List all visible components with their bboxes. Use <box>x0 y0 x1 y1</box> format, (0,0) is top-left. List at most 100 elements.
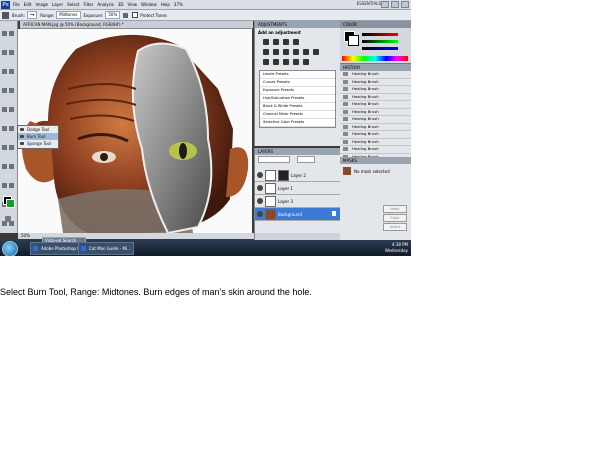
history-step[interactable]: Healing Brush <box>340 94 411 101</box>
menu-select[interactable]: Select <box>67 2 79 7</box>
layer-row[interactable]: Layer 2 <box>255 169 340 182</box>
blue-slider[interactable] <box>362 47 398 50</box>
menu-edit[interactable]: Edit <box>24 2 32 7</box>
preset-item[interactable]: Curves Presets <box>260 79 335 87</box>
maximize-icon[interactable] <box>391 1 399 8</box>
background-swatch[interactable] <box>348 35 359 46</box>
color-spectrum[interactable] <box>342 56 408 61</box>
levels-icon[interactable] <box>273 39 279 45</box>
brush-size-picker[interactable]: •▾ <box>26 11 38 19</box>
color-balance-icon[interactable] <box>283 49 289 55</box>
exposure-icon[interactable] <box>293 39 299 45</box>
start-button[interactable] <box>2 241 18 256</box>
black-white-icon[interactable] <box>293 49 299 55</box>
zoom-level[interactable]: 37% <box>174 2 183 7</box>
menu-view[interactable]: View <box>128 2 138 7</box>
preset-item[interactable]: Levels Presets <box>260 71 335 79</box>
photo-filter-icon[interactable] <box>303 49 309 55</box>
invert-button[interactable]: Invert <box>383 223 407 231</box>
selective-color-icon[interactable] <box>303 59 309 65</box>
shape-tool-icon[interactable] <box>9 183 14 188</box>
quick-mask-icon[interactable] <box>5 216 11 222</box>
history-step[interactable]: Healing Brush <box>340 139 411 146</box>
preset-item[interactable]: Channel Mixer Presets <box>260 111 335 119</box>
marquee-tool-icon[interactable] <box>9 31 14 36</box>
curves-icon[interactable] <box>283 39 289 45</box>
protect-tones-checkbox[interactable] <box>132 12 139 18</box>
menu-3d[interactable]: 3D <box>118 2 124 7</box>
brightness-contrast-icon[interactable] <box>263 39 269 45</box>
exposure-input[interactable]: 50% <box>105 11 121 19</box>
hue-saturation-icon[interactable] <box>273 49 279 55</box>
history-step[interactable]: Healing Brush <box>340 101 411 109</box>
eraser-tool-icon[interactable] <box>2 126 7 131</box>
blur-tool-icon[interactable] <box>2 145 7 150</box>
burn-tool-item[interactable]: Burn Tool <box>18 133 58 140</box>
menu-filter[interactable]: Filter <box>83 2 93 7</box>
opacity-input[interactable] <box>297 156 316 163</box>
preset-item[interactable]: Selective Color Presets <box>260 119 335 127</box>
invert-icon[interactable] <box>263 59 269 65</box>
history-step[interactable]: Healing Brush <box>340 71 411 79</box>
eyedropper-tool-icon[interactable] <box>9 69 14 74</box>
blend-mode-select[interactable] <box>258 156 290 163</box>
taskbar-word-doc[interactable]: Cat Man Guide - Mi... <box>78 242 134 255</box>
document-tab[interactable]: AFRICAN MAN.jpg @ 50% (Background, RGB/8… <box>20 21 253 29</box>
posterize-icon[interactable] <box>273 59 279 65</box>
gradient-tool-icon[interactable] <box>9 126 14 131</box>
gradient-map-icon[interactable] <box>293 59 299 65</box>
channel-mixer-icon[interactable] <box>313 49 319 55</box>
dodge-tool-item[interactable]: Dodge Tool <box>18 126 58 133</box>
preset-item[interactable]: Exposure Presets <box>260 87 335 95</box>
minimize-icon[interactable] <box>381 1 389 8</box>
lasso-tool-icon[interactable] <box>2 50 7 55</box>
vibrance-icon[interactable] <box>263 49 269 55</box>
masks-panel-title[interactable]: MASKS <box>340 157 411 164</box>
move-tool-icon[interactable] <box>2 31 7 36</box>
type-tool-icon[interactable] <box>9 164 14 169</box>
background-color-swatch[interactable] <box>6 199 15 208</box>
tool-preset-icon[interactable] <box>2 11 9 19</box>
menu-file[interactable]: File <box>13 2 20 7</box>
status-zoom[interactable]: 50% <box>21 233 30 238</box>
red-slider[interactable] <box>362 33 398 36</box>
adjustments-panel-title[interactable]: ADJUSTMENTS <box>255 21 340 28</box>
mask-edge-button[interactable]: Mask Edge... <box>383 205 407 217</box>
path-select-tool-icon[interactable] <box>2 183 7 188</box>
history-step[interactable]: Healing Brush <box>340 79 411 86</box>
green-slider[interactable] <box>362 40 398 43</box>
range-select[interactable]: Midtones <box>56 11 81 19</box>
layer-row[interactable]: Layer 3 <box>255 195 340 208</box>
color-panel-title[interactable]: COLOR <box>340 21 411 28</box>
history-brush-tool-icon[interactable] <box>9 107 14 112</box>
workspace-switcher[interactable]: ESSENTIALS <box>357 1 381 6</box>
preset-item[interactable]: Black & White Presets <box>260 103 335 111</box>
layer-row[interactable]: Layer 1 <box>255 182 340 195</box>
sponge-tool-item[interactable]: Sponge Tool <box>18 140 58 147</box>
healing-tool-icon[interactable] <box>2 88 7 93</box>
history-panel-title[interactable]: HISTORY <box>340 64 411 71</box>
history-step[interactable]: Healing Brush <box>340 86 411 94</box>
menu-help[interactable]: Help <box>161 2 170 7</box>
crop-tool-icon[interactable] <box>2 69 7 74</box>
eye-icon[interactable] <box>257 211 263 217</box>
color-range-button[interactable]: Color Range... <box>383 214 407 226</box>
menu-image[interactable]: Image <box>35 2 48 7</box>
airbrush-icon[interactable] <box>123 12 129 18</box>
eye-icon[interactable] <box>257 185 263 191</box>
history-step[interactable]: Healing Brush <box>340 109 411 116</box>
eye-icon[interactable] <box>257 198 263 204</box>
history-step[interactable]: Healing Brush <box>340 116 411 124</box>
preset-item[interactable]: Hue/Saturation Presets <box>260 95 335 103</box>
clone-tool-icon[interactable] <box>2 107 7 112</box>
layer-row-selected[interactable]: Background <box>255 208 340 221</box>
history-step[interactable]: Healing Brush <box>340 131 411 139</box>
menu-analysis[interactable]: Analysis <box>97 2 113 7</box>
history-step[interactable]: Healing Brush <box>340 124 411 131</box>
menu-window[interactable]: Window <box>141 2 157 7</box>
menu-layer[interactable]: Layer <box>52 2 63 7</box>
threshold-icon[interactable] <box>283 59 289 65</box>
layers-panel-title[interactable]: LAYERS <box>255 148 340 155</box>
pen-tool-icon[interactable] <box>2 164 7 169</box>
close-icon[interactable] <box>401 1 409 8</box>
